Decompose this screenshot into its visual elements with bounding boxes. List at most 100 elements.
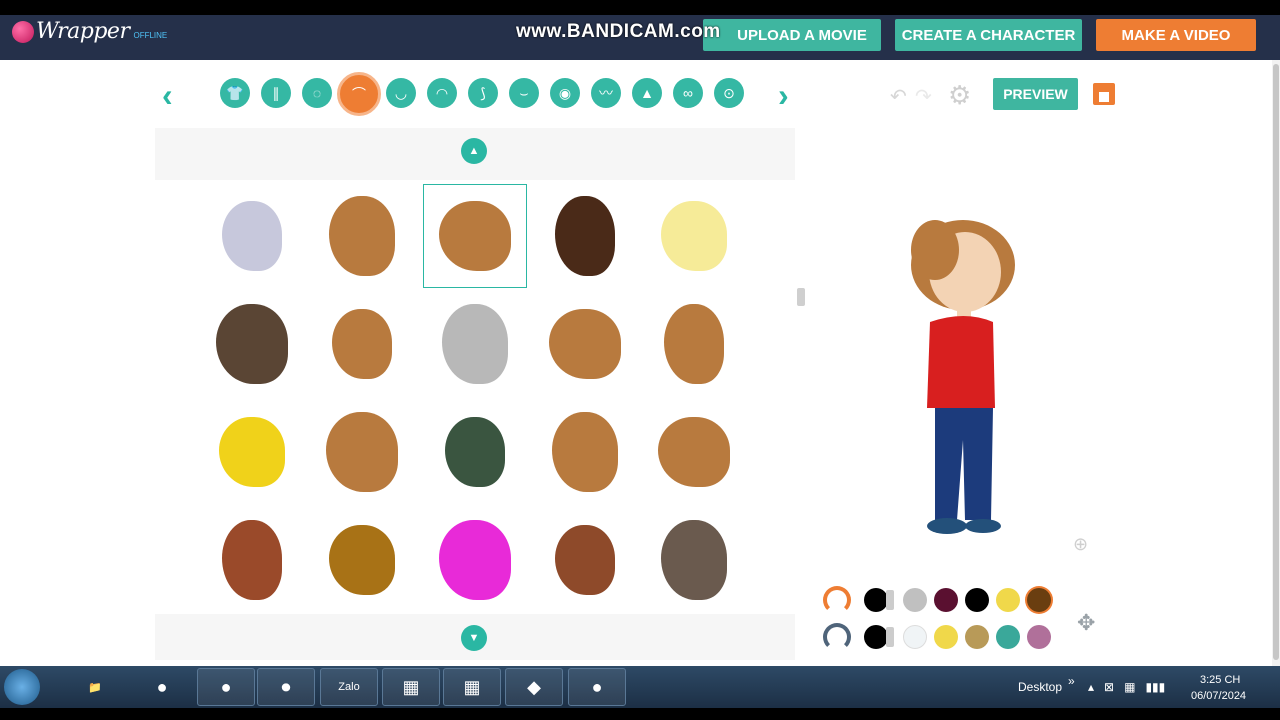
category-glasses-icon[interactable]: ∞ [673,78,703,108]
logo-text: Wrapper [36,19,130,44]
zoom-icon[interactable]: ⊕ [1073,534,1088,555]
toolbar-chevron-icon[interactable]: » [1068,674,1075,688]
category-eyes-icon[interactable]: ◉ [550,78,580,108]
color-swatch[interactable] [903,588,927,612]
taskbar-chrome-icon[interactable]: ● [133,668,191,706]
hair-thumbnail [332,309,392,379]
color-picker-dropdown[interactable] [864,588,894,612]
hair-option[interactable] [642,508,746,612]
category-upper-body-icon[interactable]: 👕 [220,78,250,108]
hair-option[interactable] [200,400,304,504]
hair-option[interactable] [423,292,527,396]
power-icon[interactable]: ▦ [1124,680,1135,694]
category-lower-body-icon[interactable]: ∥ [261,78,291,108]
hair-option[interactable] [310,508,414,612]
taskbar-wrapper-icon[interactable]: ◆ [505,668,563,706]
category-hat-icon[interactable]: ▲ [632,78,662,108]
color-swatch[interactable] [1027,588,1051,612]
category-eyebrows-icon[interactable]: 〰 [591,78,621,108]
undo-icon[interactable]: ↶ [890,84,907,109]
hair-thumbnail [555,525,615,595]
hair-option[interactable] [642,400,746,504]
clock-date[interactable]: 06/07/2024 [1191,690,1246,702]
make-video-button[interactable]: MAKE A VIDEO [1096,19,1256,51]
hair-option[interactable] [310,184,414,288]
hair-option[interactable] [533,400,637,504]
color-swatch[interactable] [965,625,989,649]
hair-thumbnail [326,412,398,492]
category-hair-icon[interactable]: ⌒ [337,72,381,116]
hair-secondary-part-icon[interactable] [823,623,851,651]
category-facial-hair-icon[interactable]: ◡ [386,78,416,108]
hair-option[interactable] [642,184,746,288]
color-swatch[interactable] [934,625,958,649]
color-swatch[interactable] [996,588,1020,612]
color-swatch[interactable] [996,625,1020,649]
hair-thumbnail [442,304,508,384]
move-icon[interactable]: ✥ [1077,610,1095,636]
taskbar-chrome-profile-icon[interactable]: ● [197,668,255,706]
hair-option[interactable] [200,292,304,396]
wrapper-logo[interactable]: Wrapper OFFLINE [12,19,167,44]
network-icon[interactable]: ▮▮▮ [1145,680,1165,694]
category-ear-icon[interactable]: ⟆ [468,78,498,108]
save-icon[interactable] [1093,83,1115,105]
color-swatch[interactable] [934,588,958,612]
hair-option[interactable] [533,292,637,396]
category-next-arrow[interactable]: › [778,79,789,111]
category-accessory-icon[interactable]: ⊙ [714,78,744,108]
hair-thumbnail [661,520,727,600]
taskbar-calendar-icon[interactable]: ▦ [382,668,440,706]
taskbar-chrome-window-icon[interactable]: ● [568,668,626,706]
category-nose-icon[interactable]: ⌣ [509,78,539,108]
color-picker-dropdown[interactable] [864,625,894,649]
hair-option[interactable] [200,508,304,612]
color-swatch[interactable] [903,625,927,649]
start-button[interactable] [4,669,40,705]
action-center-icon[interactable]: ⊠ [1104,680,1114,694]
category-face-shape-icon[interactable]: ◌ [302,78,332,108]
preview-button[interactable]: PREVIEW [993,78,1078,110]
grid-scroll-down-button[interactable]: ▼ [461,625,487,651]
hair-thumbnail [439,201,511,271]
category-mouth-icon[interactable]: ◠ [427,78,457,108]
color-swatch[interactable] [965,588,989,612]
hair-option[interactable] [310,400,414,504]
character-creator: ‹ 👕 ∥ ◌ ⌒ ◡ ◠ ⟆ ⌣ ◉ 〰 ▲ ∞ ⊙ › ↶ ↷ ⚙ PREVIEW ▲ ▼ ⊕ ✥ [0,60,1280,666]
hair-option[interactable] [423,508,527,612]
taskbar-bandicam-icon[interactable]: ⏺ [257,668,315,706]
hair-option[interactable] [642,292,746,396]
grid-scroll-up-button[interactable]: ▲ [461,138,487,164]
upload-movie-button[interactable]: UPLOAD A MOVIE [703,19,881,51]
hair-part-icon[interactable] [823,586,851,614]
logo-icon [12,20,34,43]
system-tray: ▴ ⊠ ▦ ▮▮▮ [1088,680,1165,694]
grid-scrollbar-thumb[interactable] [797,288,805,306]
hair-option[interactable] [423,184,527,288]
gear-icon[interactable]: ⚙ [948,80,971,111]
hair-option[interactable] [533,508,637,612]
taskbar-winrar-icon[interactable]: ▦ [443,668,501,706]
character-shoe-left [927,518,967,534]
hair-thumbnail [555,196,615,276]
page-scrollbar[interactable] [1272,60,1280,666]
hair-thumbnail [549,309,621,379]
hair-option[interactable] [533,184,637,288]
hair-option[interactable] [423,400,527,504]
hair-option[interactable] [310,292,414,396]
page-scrollbar-thumb[interactable] [1273,64,1279,660]
hair-thumbnail [329,525,395,595]
category-toolbar: 👕 ∥ ◌ ⌒ ◡ ◠ ⟆ ⌣ ◉ 〰 ▲ ∞ ⊙ [220,72,744,116]
show-hidden-icon[interactable]: ▴ [1088,680,1094,694]
redo-icon[interactable]: ↷ [915,84,932,109]
category-prev-arrow[interactable]: ‹ [162,79,173,111]
clock-time[interactable]: 3:25 CH [1200,674,1240,686]
character-shoe-right [965,519,1001,533]
taskbar-file-explorer-icon[interactable]: 📁 [66,668,124,706]
create-character-button[interactable]: CREATE A CHARACTER [895,19,1082,51]
hair-thumbnail [222,520,282,600]
hair-option[interactable] [200,184,304,288]
desktop-toolbar-label[interactable]: Desktop [1018,680,1062,694]
taskbar-zalo-icon[interactable]: Zalo [320,668,378,706]
color-swatch[interactable] [1027,625,1051,649]
